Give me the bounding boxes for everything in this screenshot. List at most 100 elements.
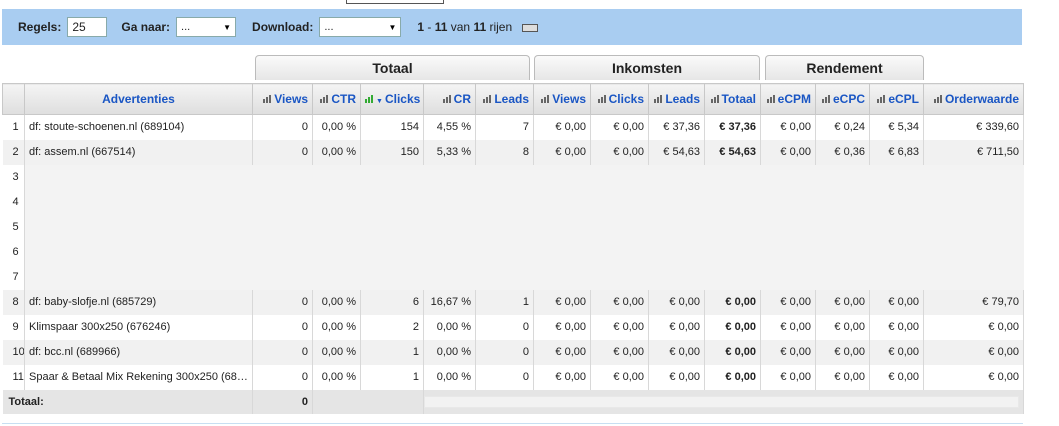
col-leads[interactable]: Leads [475, 83, 534, 115]
cell-ecpm: € 0,00 [760, 339, 816, 365]
cell-orderwaarde: € 711,50 [923, 139, 1024, 165]
cell-cr: 0,00 % [423, 364, 476, 390]
cell-orderwaarde: € 0,00 [923, 314, 1024, 340]
bar-chart-icon [597, 95, 606, 103]
cell-ink-views: € 0,00 [533, 289, 591, 315]
col-views[interactable]: Views [252, 83, 313, 115]
table-row[interactable]: 2 df: assem.nl (667514) 0 0,00 % 150 5,3… [2, 139, 1024, 165]
row-index: 2 [2, 139, 25, 165]
cell-ink-totaal: € 54,63 [704, 139, 761, 165]
cell-ctr: 0,00 % [312, 339, 361, 365]
col-clicks[interactable]: ▼ Clicks [360, 83, 424, 115]
empty-row-cell [24, 264, 1024, 290]
cell-ink-totaal: € 0,00 [704, 314, 761, 340]
cell-ink-leads: € 0,00 [648, 314, 705, 340]
download-label: Download: [252, 20, 314, 34]
top-dropdown-stub [346, 0, 444, 4]
group-rendement: Rendement [765, 55, 924, 80]
row-index: 8 [2, 289, 25, 315]
col-ink-views[interactable]: Views [533, 83, 591, 115]
empty-row-cell [24, 214, 1024, 240]
cell-views: 0 [252, 289, 313, 315]
table-row[interactable]: 6 [2, 239, 1024, 265]
cell-views: 0 [252, 139, 313, 165]
cell-cr: 5,33 % [423, 139, 476, 165]
cell-ink-clicks: € 0,00 [590, 339, 649, 365]
cell-ink-clicks: € 0,00 [590, 364, 649, 390]
cell-clicks: 1 [360, 339, 424, 365]
rows-input[interactable]: 25 [67, 17, 108, 37]
totals-row: Totaal: 0 [2, 389, 1024, 414]
bar-chart-icon [320, 95, 329, 103]
cell-cr: 0,00 % [423, 314, 476, 340]
cell-orderwaarde: € 79,70 [923, 289, 1024, 315]
col-ink-clicks[interactable]: Clicks [590, 83, 649, 115]
printer-icon[interactable] [522, 21, 539, 34]
cell-ink-views: € 0,00 [533, 364, 591, 390]
row-index: 1 [2, 114, 25, 140]
col-orderwaarde[interactable]: Orderwaarde [923, 83, 1024, 115]
col-index [2, 83, 25, 115]
ad-name: Klimspaar 300x250 (676246) [24, 314, 253, 340]
cell-leads: 7 [475, 114, 534, 140]
col-ecpm[interactable]: eCPM [760, 83, 816, 115]
row-index: 11 [2, 364, 25, 390]
empty-row-cell [24, 239, 1024, 265]
table-row[interactable]: 1 df: stoute-schoenen.nl (689104) 0 0,00… [2, 114, 1024, 140]
cell-ink-leads: € 0,00 [648, 339, 705, 365]
table-row[interactable]: 4 [2, 189, 1024, 215]
col-ecpl[interactable]: eCPL [869, 83, 924, 115]
cell-ecpc: € 0,00 [815, 364, 870, 390]
row-index: 3 [2, 164, 25, 190]
goto-select[interactable]: ... ▼ [176, 17, 237, 37]
table-row[interactable]: 9 Klimspaar 300x250 (676246) 0 0,00 % 2 … [2, 314, 1024, 340]
table-row[interactable]: 5 [2, 214, 1024, 240]
col-cr[interactable]: CR [423, 83, 476, 115]
ad-name: df: bcc.nl (689966) [24, 339, 253, 365]
cell-clicks: 6 [360, 289, 424, 315]
col-advertenties[interactable]: Advertenties [24, 83, 253, 115]
bar-chart-icon [933, 95, 942, 103]
bar-chart-icon [766, 95, 775, 103]
table-row[interactable]: 7 [2, 264, 1024, 290]
sort-desc-icon [365, 95, 373, 103]
table-row[interactable]: 10 df: bcc.nl (689966) 0 0,00 % 1 0,00 %… [2, 339, 1024, 365]
cell-ink-clicks: € 0,00 [590, 289, 649, 315]
goto-select-value: ... [181, 21, 191, 33]
cell-ink-totaal: € 0,00 [704, 339, 761, 365]
cell-ctr: 0,00 % [312, 114, 361, 140]
empty-row-cell [24, 189, 1024, 215]
bar-chart-icon [442, 95, 451, 103]
ad-name: df: stoute-schoenen.nl (689104) [24, 114, 253, 140]
row-index: 7 [2, 264, 25, 290]
table-row[interactable]: 8 df: baby-slofje.nl (685729) 0 0,00 % 6… [2, 289, 1024, 315]
cell-ecpm: € 0,00 [760, 114, 816, 140]
ad-name: df: assem.nl (667514) [24, 139, 253, 165]
col-ecpc[interactable]: eCPC [815, 83, 870, 115]
cell-ink-totaal: € 0,00 [704, 364, 761, 390]
bar-chart-icon [654, 95, 663, 103]
cell-ecpc: € 0,00 [815, 339, 870, 365]
totals-label: Totaal: [2, 389, 253, 414]
cell-ctr: 0,00 % [312, 289, 361, 315]
cell-clicks: 154 [360, 114, 424, 140]
group-inkomsten: Inkomsten [534, 55, 760, 80]
cell-ecpc: € 0,00 [815, 289, 870, 315]
cell-ecpl: € 0,00 [869, 314, 924, 340]
cell-ctr: 0,00 % [312, 364, 361, 390]
table-row[interactable]: 3 [2, 164, 1024, 190]
bar-chart-icon [710, 95, 719, 103]
cell-ecpl: € 0,00 [869, 289, 924, 315]
cell-ink-views: € 0,00 [533, 114, 591, 140]
bar-chart-icon [877, 95, 886, 103]
col-ink-leads[interactable]: Leads [648, 83, 705, 115]
row-index: 5 [2, 214, 25, 240]
chevron-down-icon: ▼ [223, 22, 232, 32]
download-select[interactable]: ... ▼ [319, 17, 402, 37]
table-row[interactable]: 11 Spaar & Betaal Mix Rekening 300x250 (… [2, 364, 1024, 390]
totals-empty [312, 389, 424, 414]
cell-clicks: 2 [360, 314, 424, 340]
bar-chart-icon [483, 95, 492, 103]
col-ctr[interactable]: CTR [312, 83, 361, 115]
col-ink-totaal[interactable]: Totaal [704, 83, 761, 115]
